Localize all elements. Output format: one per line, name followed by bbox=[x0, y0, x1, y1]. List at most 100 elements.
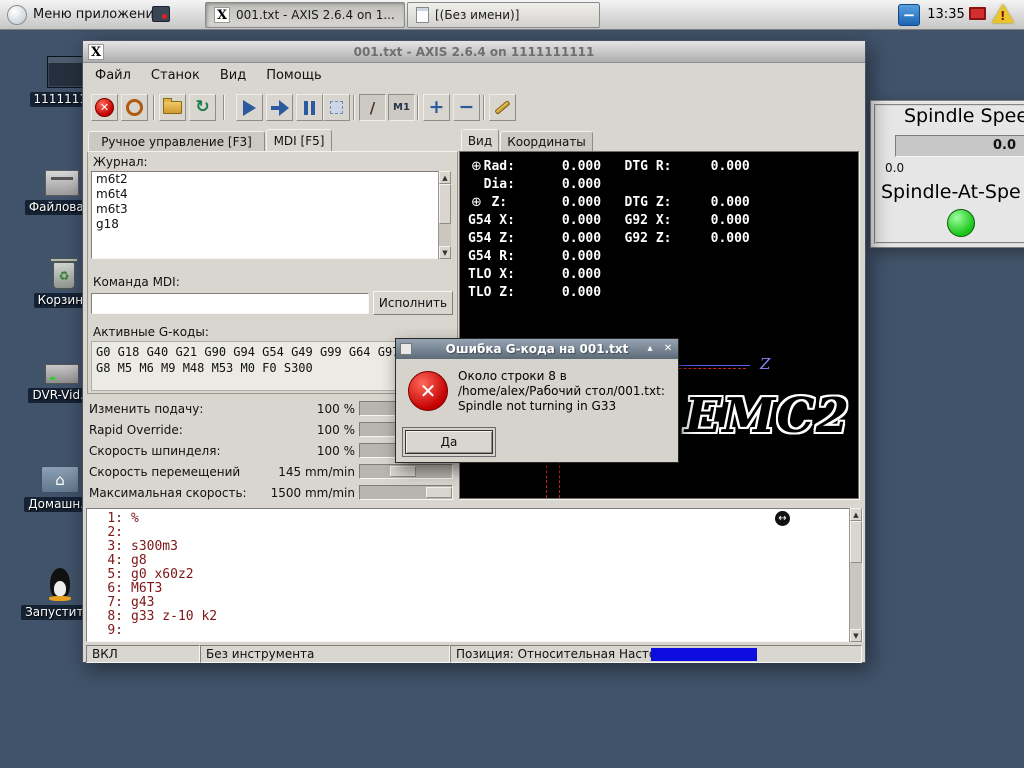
scroll-down-button[interactable]: ▼ bbox=[850, 629, 862, 642]
dialog-titlebar[interactable]: Ошибка G-кода на 001.txt ▴ ✕ bbox=[396, 339, 678, 359]
network-error-tray-icon[interactable] bbox=[969, 7, 986, 20]
scroll-up-button[interactable]: ▲ bbox=[439, 171, 451, 184]
taskbar: Меню приложений X 001.txt - AXIS 2.6.4 o… bbox=[0, 0, 1024, 30]
zoom-out-icon: − bbox=[458, 96, 475, 118]
drive-icon bbox=[45, 364, 79, 384]
max-velocity-slider[interactable] bbox=[359, 485, 453, 500]
taskbar-window-axis[interactable]: X 001.txt - AXIS 2.6.4 on 1... bbox=[205, 2, 405, 28]
menu-file[interactable]: Файл bbox=[85, 65, 141, 86]
stop-button[interactable] bbox=[323, 94, 350, 121]
error-message: Около строки 8 в /home/alex/Рабочий стол… bbox=[458, 369, 665, 413]
tab-manual-control[interactable]: Ручное управление [F3] bbox=[88, 131, 265, 151]
tab-preview[interactable]: Вид bbox=[461, 129, 499, 151]
zoom-out-button[interactable]: − bbox=[453, 94, 480, 121]
taskbar-window-untitled[interactable]: [(Без имени)] bbox=[407, 2, 600, 28]
menu-view[interactable]: Вид bbox=[210, 65, 256, 86]
zoom-in-button[interactable]: + bbox=[423, 94, 450, 121]
spindle-at-speed-label: Spindle-At-Spe bbox=[881, 181, 1021, 203]
gcode-error-dialog: Ошибка G-кода на 001.txt ▴ ✕ ✕ Около стр… bbox=[395, 338, 679, 463]
optional-stop-toggle[interactable]: M1 bbox=[388, 94, 415, 121]
clock: 13:35 bbox=[927, 7, 965, 22]
code-line: 5: g0 x60z2 bbox=[107, 567, 194, 582]
code-line: 7: g43 bbox=[107, 595, 155, 610]
ok-button[interactable]: Да bbox=[405, 430, 493, 454]
code-line: 9: bbox=[107, 623, 123, 638]
code-line: 2: bbox=[107, 525, 123, 540]
gcode-scrollbar[interactable]: ▲ ▼ bbox=[849, 508, 862, 642]
selection-highlight bbox=[651, 648, 757, 661]
jog-speed-slider[interactable] bbox=[359, 464, 453, 479]
axis-window-title: 001.txt - AXIS 2.6.4 on 1111111111 bbox=[353, 44, 595, 59]
tab-mdi[interactable]: MDI [F5] bbox=[266, 129, 332, 151]
scroll-up-button[interactable]: ▲ bbox=[850, 508, 862, 521]
zoom-in-icon: + bbox=[428, 96, 445, 118]
toolbar-separator bbox=[417, 95, 419, 120]
pause-button[interactable] bbox=[296, 94, 323, 121]
scroll-down-button[interactable]: ▼ bbox=[439, 246, 451, 259]
toolbar: ✕ ↻ / M1 + − bbox=[83, 87, 865, 127]
code-line: 3: s300m3 bbox=[107, 539, 178, 554]
desktop: Меню приложений X 001.txt - AXIS 2.6.4 o… bbox=[0, 0, 1024, 768]
dro-readout: Rad: 0.000 DTG R: 0.000 Dia: 0.000 Z: 0.… bbox=[468, 159, 750, 300]
open-file-button[interactable] bbox=[159, 94, 186, 121]
applications-menu[interactable]: Меню приложений bbox=[33, 0, 162, 30]
trash-icon: ♻ bbox=[53, 262, 75, 289]
radius-axis-icon: ⊕ bbox=[471, 159, 482, 174]
display-tray-icon[interactable]: − bbox=[898, 4, 920, 26]
app-window-icon bbox=[47, 56, 85, 88]
spindle-scale-min: 0.0 bbox=[885, 161, 905, 175]
toolbar-separator bbox=[153, 95, 155, 120]
active-gcodes-label: Активные G-коды: bbox=[93, 325, 209, 339]
run-from-line-button[interactable] bbox=[266, 94, 293, 121]
reload-icon: ↻ bbox=[195, 97, 210, 117]
mdi-command-label: Команда MDI: bbox=[93, 275, 180, 289]
mdi-command-input[interactable] bbox=[91, 293, 369, 314]
max-velocity-row: Максимальная скорость: 1500 mm/min bbox=[85, 483, 459, 503]
shade-button[interactable]: ▴ bbox=[642, 341, 658, 357]
mdi-history-list[interactable]: m6t2 m6t4 m6t3 g18 bbox=[91, 171, 451, 259]
x11-icon: X bbox=[214, 7, 230, 23]
toolbar-separator bbox=[353, 95, 355, 120]
history-item[interactable]: m6t4 bbox=[92, 187, 450, 202]
z-axis-label: Z bbox=[760, 355, 771, 373]
spindle-speed-title: Spindle Spee bbox=[904, 105, 1024, 127]
screenshot-app-icon[interactable] bbox=[152, 6, 170, 22]
slider-handle[interactable] bbox=[390, 466, 416, 477]
scrollbar-thumb[interactable] bbox=[850, 521, 862, 563]
spindle-at-speed-led bbox=[947, 209, 975, 237]
run-program-button[interactable] bbox=[236, 94, 263, 121]
menu-machine[interactable]: Станок bbox=[141, 65, 210, 86]
status-position-info: Позиция: Относительная Насто bbox=[450, 645, 862, 663]
home-folder-icon: ⌂ bbox=[41, 466, 79, 493]
close-button[interactable]: ✕ bbox=[660, 341, 676, 357]
scrollbar-thumb[interactable] bbox=[439, 184, 451, 224]
tab-dro[interactable]: Координаты bbox=[500, 131, 593, 151]
history-label: Журнал: bbox=[93, 155, 148, 169]
tool-touchoff-button[interactable] bbox=[489, 94, 516, 121]
slider-handle[interactable] bbox=[426, 487, 452, 498]
spindle-panel-window: Spindle Spee 0.0 0.0 Spindle-At-Spe bbox=[870, 100, 1024, 248]
play-icon bbox=[243, 99, 256, 116]
mouse-cursor: ↔ bbox=[774, 510, 791, 527]
status-machine-state: ВКЛ bbox=[86, 645, 200, 663]
ok-button-frame: Да bbox=[402, 427, 496, 457]
device-icon bbox=[45, 170, 79, 196]
history-item[interactable]: m6t2 bbox=[92, 172, 450, 187]
machine-power-button[interactable] bbox=[121, 94, 148, 121]
history-item[interactable]: g18 bbox=[92, 217, 450, 232]
document-icon bbox=[416, 7, 429, 23]
gcode-listing[interactable]: 1:% 2: 3: s300m3 4: g8 5: g0 x60z2 6: M6T3 7… bbox=[86, 508, 863, 642]
reload-file-button[interactable]: ↻ bbox=[189, 94, 216, 121]
execute-button[interactable]: Исполнить bbox=[373, 291, 453, 315]
history-item[interactable]: m6t3 bbox=[92, 202, 450, 217]
xfce-menu-icon[interactable] bbox=[7, 5, 27, 25]
axis-titlebar[interactable]: X 001.txt - AXIS 2.6.4 on 1111111111 bbox=[83, 41, 865, 63]
warning-tray-icon[interactable]: ! bbox=[992, 4, 1014, 23]
history-scrollbar[interactable]: ▲ ▼ bbox=[438, 171, 451, 259]
jog-speed-row: Скорость перемещений 145 mm/min bbox=[85, 462, 459, 482]
skip-lines-toggle[interactable]: / bbox=[359, 94, 386, 121]
dialog-icon bbox=[400, 343, 412, 355]
menu-help[interactable]: Помощь bbox=[256, 65, 331, 86]
estop-button[interactable]: ✕ bbox=[91, 94, 118, 121]
run-from-line-icon bbox=[270, 99, 289, 116]
